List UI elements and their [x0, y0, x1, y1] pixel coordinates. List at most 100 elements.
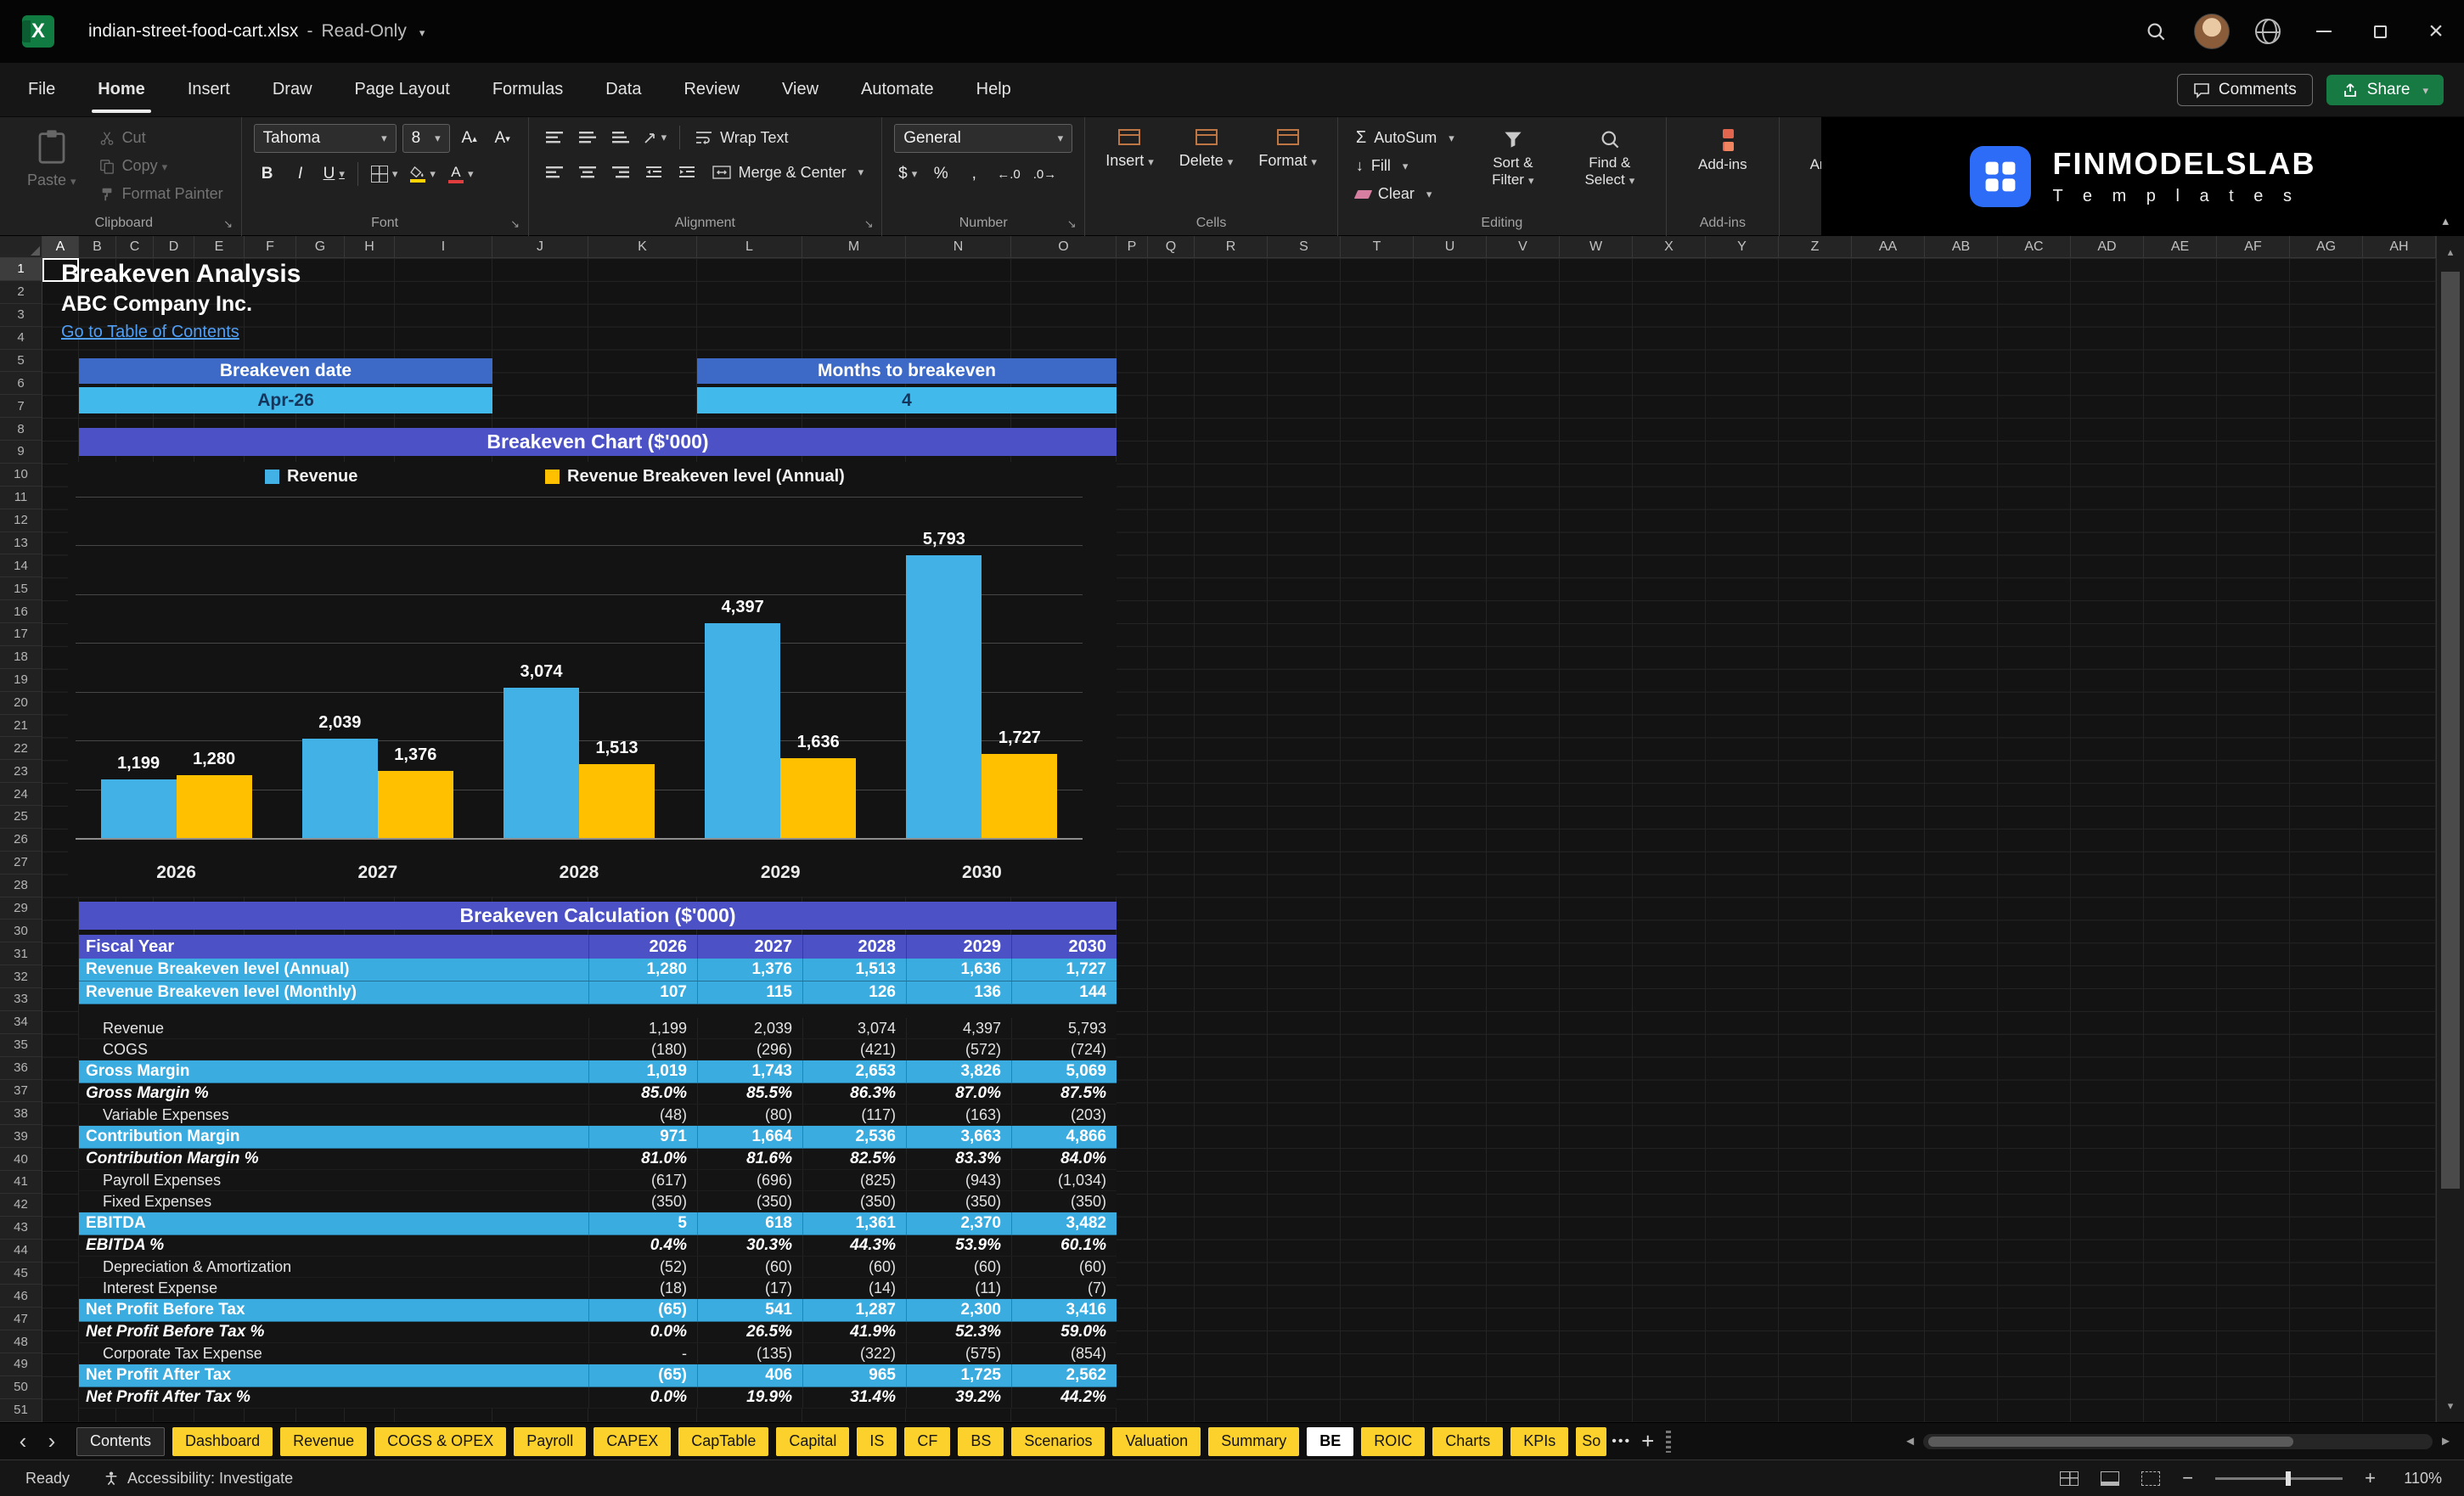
calc-cell[interactable]: (1,034) [1011, 1170, 1117, 1190]
sheet-tab-dashboard[interactable]: Dashboard [172, 1427, 273, 1456]
accessibility-status[interactable]: Accessibility: Investigate [104, 1470, 293, 1488]
globe-button[interactable] [2240, 0, 2296, 63]
column-header-u[interactable]: U [1414, 236, 1487, 258]
number-format-select[interactable]: General [894, 124, 1072, 153]
calc-cell[interactable]: 53.9% [906, 1235, 1011, 1256]
search-button[interactable] [2128, 0, 2184, 63]
row-header-41[interactable]: 41 [0, 1171, 42, 1194]
column-header-f[interactable]: F [245, 236, 296, 258]
zoom-level[interactable]: 110% [2398, 1470, 2442, 1488]
chevron-down-icon[interactable] [415, 21, 425, 42]
column-header-aa[interactable]: AA [1852, 236, 1925, 258]
chart-bar-revenue[interactable] [705, 623, 780, 838]
calc-cell[interactable]: 126 [802, 981, 906, 1004]
calc-cell[interactable]: 1,727 [1011, 959, 1117, 981]
calc-cell[interactable]: (203) [1011, 1105, 1117, 1125]
chart-bar-revenue[interactable] [101, 779, 177, 838]
autosum-button[interactable]: ΣAutoSum [1350, 126, 1460, 150]
calc-cell[interactable]: (180) [588, 1039, 697, 1060]
calc-cell[interactable]: 3,663 [906, 1126, 1011, 1148]
clipboard-dialog-launcher-icon[interactable] [222, 217, 235, 231]
row-header-25[interactable]: 25 [0, 806, 42, 829]
page-layout-view-icon[interactable] [2101, 1471, 2119, 1486]
row-header-44[interactable]: 44 [0, 1240, 42, 1263]
column-header-ah[interactable]: AH [2363, 236, 2436, 258]
vertical-scrollbar-thumb[interactable] [2441, 272, 2460, 1189]
calc-cell[interactable]: 60.1% [1011, 1235, 1117, 1256]
account-button[interactable] [2184, 0, 2240, 63]
calc-cell[interactable]: 136 [906, 981, 1011, 1004]
column-header-q[interactable]: Q [1148, 236, 1195, 258]
row-header-45[interactable]: 45 [0, 1263, 42, 1285]
row-header-18[interactable]: 18 [0, 646, 42, 669]
row-header-5[interactable]: 5 [0, 350, 42, 373]
sheet-tab-be[interactable]: BE [1307, 1427, 1353, 1456]
sheet-tab-cogs-opex[interactable]: COGS & OPEX [374, 1427, 506, 1456]
bold-button[interactable]: B [254, 160, 281, 188]
calc-cell[interactable]: 1,287 [802, 1299, 906, 1321]
row-header-14[interactable]: 14 [0, 554, 42, 577]
calc-cell[interactable]: 3,416 [1011, 1299, 1117, 1321]
calc-cell[interactable]: 0.0% [588, 1322, 697, 1342]
calc-cell[interactable]: 3,482 [1011, 1212, 1117, 1234]
calc-cell[interactable]: 2,653 [802, 1060, 906, 1083]
align-middle-button[interactable] [574, 124, 601, 151]
calc-cell[interactable]: (65) [588, 1299, 697, 1321]
calc-cell[interactable]: (296) [697, 1039, 802, 1060]
column-header-i[interactable]: I [395, 236, 492, 258]
sheet-nav-right-icon[interactable]: › [37, 1427, 66, 1456]
column-header-a[interactable]: A [42, 236, 79, 258]
align-right-button[interactable] [607, 159, 634, 186]
row-header-50[interactable]: 50 [0, 1376, 42, 1399]
cut-button[interactable]: Cut [93, 126, 229, 150]
row-header-28[interactable]: 28 [0, 875, 42, 897]
horizontal-scrollbar[interactable]: ◄ ► [1904, 1434, 2452, 1449]
horizontal-scrollbar-thumb[interactable] [1928, 1437, 2293, 1447]
calc-cell[interactable]: (854) [1011, 1343, 1117, 1364]
font-size-select[interactable]: 8 [402, 124, 450, 153]
sheet-tab-bs[interactable]: BS [958, 1427, 1004, 1456]
decrease-indent-button[interactable] [640, 159, 667, 186]
ribbon-tab-view[interactable]: View [761, 63, 840, 117]
calc-cell[interactable]: 26.5% [697, 1322, 802, 1342]
breakeven-date-value[interactable]: Apr-26 [79, 387, 492, 413]
calc-cell[interactable]: 2,039 [697, 1018, 802, 1038]
vertical-scrollbar[interactable]: ▴ ▾ [2436, 236, 2464, 1422]
insert-cells-button[interactable]: Insert [1097, 124, 1162, 175]
sheet-tab-capital[interactable]: Capital [776, 1427, 849, 1456]
sheet-tab-revenue[interactable]: Revenue [280, 1427, 367, 1456]
column-header-ad[interactable]: AD [2071, 236, 2144, 258]
comma-format-button[interactable]: , [960, 160, 987, 188]
calc-cell[interactable]: 41.9% [802, 1322, 906, 1342]
fill-button[interactable]: ↓Fill [1350, 154, 1460, 178]
row-header-32[interactable]: 32 [0, 965, 42, 988]
chart-bar-breakeven[interactable] [780, 758, 856, 838]
calc-cell[interactable]: 5 [588, 1212, 697, 1234]
align-top-button[interactable] [541, 124, 568, 151]
sheet-tab-captable[interactable]: CapTable [678, 1427, 768, 1456]
calc-cell[interactable]: 115 [697, 981, 802, 1004]
calc-cell[interactable]: 965 [802, 1364, 906, 1386]
sheet-tab-capex[interactable]: CAPEX [593, 1427, 671, 1456]
calc-cell[interactable]: (80) [697, 1105, 802, 1125]
zoom-slider-thumb[interactable] [2286, 1471, 2291, 1486]
ribbon-tab-home[interactable]: Home [76, 63, 166, 117]
increase-indent-button[interactable] [673, 159, 700, 186]
row-header-2[interactable]: 2 [0, 281, 42, 304]
calc-cell[interactable]: (163) [906, 1105, 1011, 1125]
calc-cell[interactable]: (696) [697, 1170, 802, 1190]
column-header-p[interactable]: P [1117, 236, 1148, 258]
column-header-d[interactable]: D [154, 236, 194, 258]
align-left-button[interactable] [541, 159, 568, 186]
row-header-15[interactable]: 15 [0, 577, 42, 600]
calc-cell[interactable]: 82.5% [802, 1149, 906, 1169]
row-header-16[interactable]: 16 [0, 600, 42, 623]
row-header-30[interactable]: 30 [0, 920, 42, 942]
column-header-h[interactable]: H [345, 236, 395, 258]
row-header-40[interactable]: 40 [0, 1148, 42, 1171]
close-button[interactable]: × [2408, 0, 2464, 63]
row-header-23[interactable]: 23 [0, 760, 42, 783]
ribbon-tab-automate[interactable]: Automate [840, 63, 955, 117]
share-button[interactable]: Share [2326, 75, 2444, 105]
ribbon-tab-draw[interactable]: Draw [251, 63, 334, 117]
